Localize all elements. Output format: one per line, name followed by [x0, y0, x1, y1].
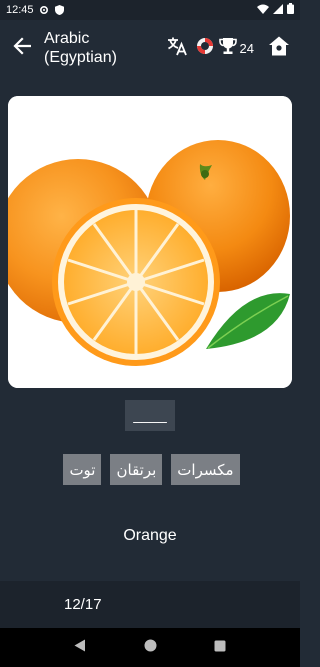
home-button[interactable]	[266, 33, 292, 63]
home-icon	[268, 35, 290, 62]
wifi-icon	[257, 4, 269, 17]
square-recents-icon	[214, 639, 226, 657]
translate-icon	[166, 35, 188, 62]
lifebuoy-icon	[195, 36, 215, 61]
orange-fruit-image	[8, 96, 292, 388]
leaderboard-button[interactable]	[218, 33, 238, 63]
target-word: Orange	[123, 527, 177, 544]
answer-choices: توت برتقان مكسرات	[0, 454, 300, 485]
choice-button[interactable]: توت	[63, 454, 102, 485]
arrow-left-icon	[13, 36, 32, 60]
app-bar: Arabic (Egyptian) 24	[0, 20, 300, 76]
battery-icon	[287, 3, 294, 17]
choice-button[interactable]: برتقان	[110, 454, 163, 485]
help-button[interactable]	[192, 33, 218, 63]
signal-icon	[273, 3, 283, 17]
choice-button[interactable]: مكسرات	[171, 454, 240, 485]
circle-home-icon	[144, 639, 157, 657]
answer-slot[interactable]: ____	[125, 400, 175, 431]
quiz-image-card	[8, 96, 292, 388]
status-bar: 12:45	[0, 0, 300, 20]
system-nav-bar	[0, 628, 300, 667]
shield-icon	[54, 5, 65, 16]
progress-footer: 12/17	[0, 581, 300, 628]
triangle-back-icon	[74, 639, 86, 657]
answer-blank: ____	[133, 407, 167, 424]
settings-gear-icon	[39, 5, 50, 16]
page-title: Arabic (Egyptian)	[44, 30, 117, 66]
status-time: 12:45	[6, 4, 34, 16]
nav-recents-button[interactable]	[200, 628, 240, 667]
nav-back-button[interactable]	[60, 628, 100, 667]
progress-counter: 12/17	[64, 596, 102, 613]
back-button[interactable]	[0, 20, 44, 76]
translate-button[interactable]	[162, 33, 192, 63]
score-count: 24	[239, 40, 254, 56]
trophy-icon	[218, 36, 238, 61]
toolbar-actions: 24	[162, 33, 300, 63]
nav-home-button[interactable]	[130, 628, 170, 667]
